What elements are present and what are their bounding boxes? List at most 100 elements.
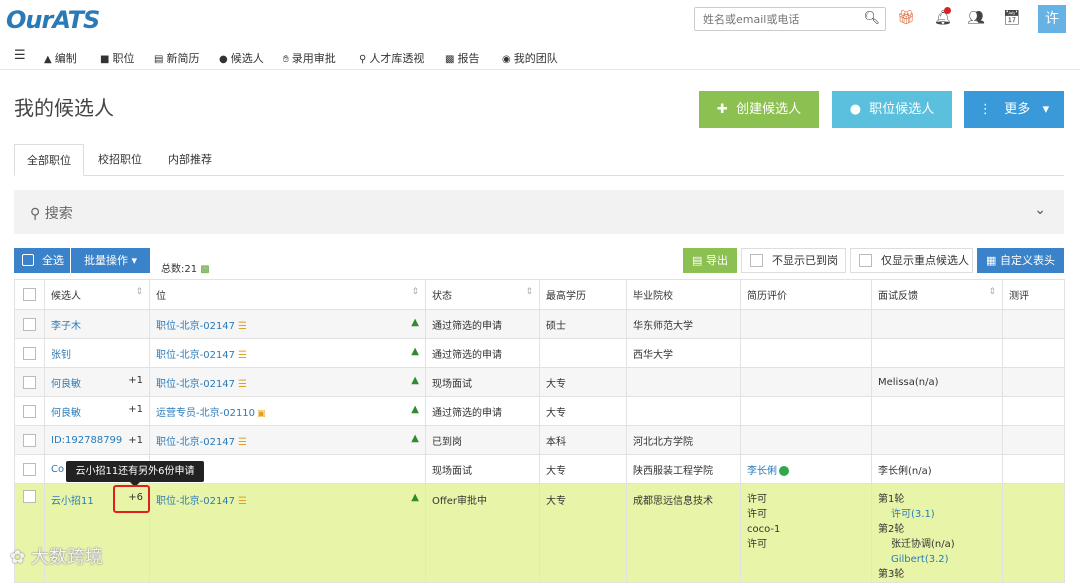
mountain-icon[interactable]: ▲	[411, 433, 419, 444]
nav-item-candidates[interactable]: ● 候选人	[219, 50, 264, 66]
position-link[interactable]: 职位-北京-02147	[156, 379, 235, 390]
position-link[interactable]: 职位-北京-02147	[156, 496, 235, 507]
nav-item-org[interactable]: ▲ 编制	[44, 50, 77, 66]
row-checkbox[interactable]	[23, 317, 36, 331]
candidate-name-cell[interactable]: 何良敏 +1	[44, 367, 150, 397]
row-checkbox-cell[interactable]	[14, 309, 45, 339]
row-checkbox-cell[interactable]	[14, 454, 45, 484]
candidate-name-cell[interactable]: 李子木	[44, 309, 150, 339]
application-count[interactable]: +1	[128, 435, 143, 446]
row-checkbox-cell[interactable]	[14, 425, 45, 455]
header-checkbox[interactable]	[23, 288, 36, 301]
position-cell[interactable]: 职位-北京-02147 ☰ ▲	[149, 309, 426, 339]
row-checkbox[interactable]	[23, 346, 36, 360]
col-candidate[interactable]: 候选人 ⇕	[44, 279, 150, 310]
export-button[interactable]: ▤ 导出	[683, 248, 737, 273]
menu-icon[interactable]: ☰	[14, 48, 26, 63]
sort-icon[interactable]: ⇕	[135, 287, 143, 297]
table-row[interactable]: 张钊 职位-北京-02147 ☰ ▲ 通过筛选的申请 西华大学	[14, 338, 1065, 368]
app-logo[interactable]: OurATS	[6, 6, 100, 34]
col-test[interactable]: 测评	[1002, 279, 1065, 310]
table-row[interactable]: 何良敏 +1 运营专员-北京-02110 ▣ ▲ 通过筛选的申请 大专	[14, 396, 1065, 426]
batch-actions-button[interactable]: 批量操作 ▾	[71, 248, 150, 273]
global-search[interactable]: 🔍︎	[694, 7, 886, 31]
position-link[interactable]: 运营专员-北京-02110	[156, 408, 255, 419]
position-link[interactable]: 职位-北京-02147	[156, 321, 235, 332]
gift-icon[interactable]: 🎁︎	[897, 10, 915, 26]
application-count[interactable]: +1	[128, 404, 143, 415]
position-link[interactable]: 职位-北京-02147	[156, 437, 235, 448]
tab-campus-jobs[interactable]: 校招职位	[86, 144, 154, 176]
job-candidates-button[interactable]: ● 职位候选人	[832, 91, 952, 128]
position-cell[interactable]: 职位-北京-02147 ☰ ▲	[149, 367, 426, 397]
interview-feedback-link[interactable]: Gilbert(3.2)	[878, 552, 996, 567]
row-checkbox[interactable]	[23, 462, 36, 476]
mountain-icon[interactable]: ▲	[411, 317, 419, 328]
search-icon[interactable]: 🔍︎	[863, 11, 880, 26]
sort-icon[interactable]: ⇕	[525, 287, 533, 297]
candidate-link[interactable]: 何良敏	[51, 379, 81, 390]
calendar-icon[interactable]: 📅︎	[1003, 10, 1021, 26]
candidate-link[interactable]: 李子木	[51, 321, 81, 332]
table-row-highlighted[interactable]: 云小招11 +6 职位-北京-02147 ☰ ▲ Offer审批中 大专 成都思远信息…	[14, 483, 1065, 583]
evaluator-link[interactable]: 李长俐	[747, 466, 777, 477]
row-checkbox[interactable]	[23, 404, 36, 418]
interview-feedback-link[interactable]: 许可(3.1)	[878, 507, 996, 522]
chevron-down-icon[interactable]: ⌄	[1034, 202, 1046, 218]
position-cell[interactable]: 职位-北京-02147 ☰ ▲	[149, 425, 426, 455]
nav-item-talent-pool[interactable]: ⚲ 人才库透视	[359, 50, 424, 66]
sort-icon[interactable]: ⇕	[988, 287, 996, 297]
select-all-button[interactable]: 全选	[14, 248, 70, 273]
mountain-icon[interactable]: ▲	[411, 346, 419, 357]
candidate-link[interactable]: Co	[51, 464, 64, 475]
application-count[interactable]: +1	[128, 375, 143, 386]
col-resume-eval[interactable]: 简历评价	[740, 279, 872, 310]
mountain-icon[interactable]: ▲	[411, 404, 419, 415]
candidate-name-cell[interactable]: ID:192788799 +1	[44, 425, 150, 455]
row-checkbox-cell[interactable]	[14, 396, 45, 426]
candidate-name-cell[interactable]: 张钊	[44, 338, 150, 368]
row-checkbox[interactable]	[23, 375, 36, 389]
candidate-link[interactable]: ID:192788799	[51, 435, 122, 446]
tab-all-jobs[interactable]: 全部职位	[14, 144, 84, 176]
candidate-name-cell[interactable]: 何良敏 +1	[44, 396, 150, 426]
mountain-icon[interactable]: ▲	[411, 492, 419, 503]
bar-chart-icon[interactable]: ▩	[200, 264, 209, 275]
custom-header-button[interactable]: ▦ 自定义表头	[977, 248, 1064, 273]
table-row[interactable]: ID:192788799 +1 职位-北京-02147 ☰ ▲ 已到岗 本科 河北北方…	[14, 425, 1065, 455]
candidate-link[interactable]: 张钊	[51, 350, 71, 361]
col-position[interactable]: 位 ⇕	[149, 279, 426, 310]
nav-item-new-resume[interactable]: ▤ 新简历	[154, 50, 199, 66]
position-link[interactable]: 职位-北京-02147	[156, 350, 235, 361]
col-status[interactable]: 状态 ⇕	[425, 279, 540, 310]
row-checkbox-cell[interactable]	[14, 338, 45, 368]
only-key-checkbox[interactable]	[859, 254, 872, 267]
select-all-checkbox[interactable]	[22, 254, 34, 266]
col-interview[interactable]: 面试反馈 ⇕	[871, 279, 1003, 310]
table-row[interactable]: 何良敏 +1 职位-北京-02147 ☰ ▲ 现场面试 大专 Melissa(n/a)	[14, 367, 1065, 397]
candidate-link[interactable]: 何良敏	[51, 408, 81, 419]
position-cell[interactable]: 职位-北京-02147 ☰ ▲	[149, 483, 426, 583]
global-search-input[interactable]	[695, 8, 855, 30]
search-panel[interactable]: ⚲ 搜索 ⌄	[14, 190, 1064, 234]
header-checkbox-cell[interactable]	[14, 279, 45, 310]
team-icon[interactable]: 👥︎	[967, 10, 985, 26]
hide-arrived-checkbox[interactable]	[750, 254, 763, 267]
sort-icon[interactable]: ⇕	[411, 287, 419, 297]
position-cell[interactable]: 职位-北京-02147 ☰ ▲	[149, 338, 426, 368]
nav-item-my-team[interactable]: ◉ 我的团队	[502, 50, 558, 66]
nav-item-reports[interactable]: ▩ 报告	[445, 50, 479, 66]
table-row[interactable]: 李子木 职位-北京-02147 ☰ ▲ 通过筛选的申请 硕士 华东师范大学	[14, 309, 1065, 339]
col-education[interactable]: 最高学历	[539, 279, 627, 310]
nav-item-offer-approval[interactable]: ✋︎ 录用审批	[283, 50, 336, 66]
candidate-link[interactable]: 云小招11	[51, 496, 94, 507]
row-checkbox-cell[interactable]	[14, 367, 45, 397]
user-avatar[interactable]: 许	[1038, 5, 1066, 33]
position-cell[interactable]: 运营专员-北京-02110 ▣ ▲	[149, 396, 426, 426]
nav-item-jobs[interactable]: ■ 职位	[100, 50, 134, 66]
tab-internal-referral[interactable]: 内部推荐	[156, 144, 224, 176]
mountain-icon[interactable]: ▲	[411, 375, 419, 386]
more-button[interactable]: ⋮ 更多 ▾	[964, 91, 1064, 128]
row-checkbox[interactable]	[23, 433, 36, 447]
col-school[interactable]: 毕业院校	[626, 279, 741, 310]
